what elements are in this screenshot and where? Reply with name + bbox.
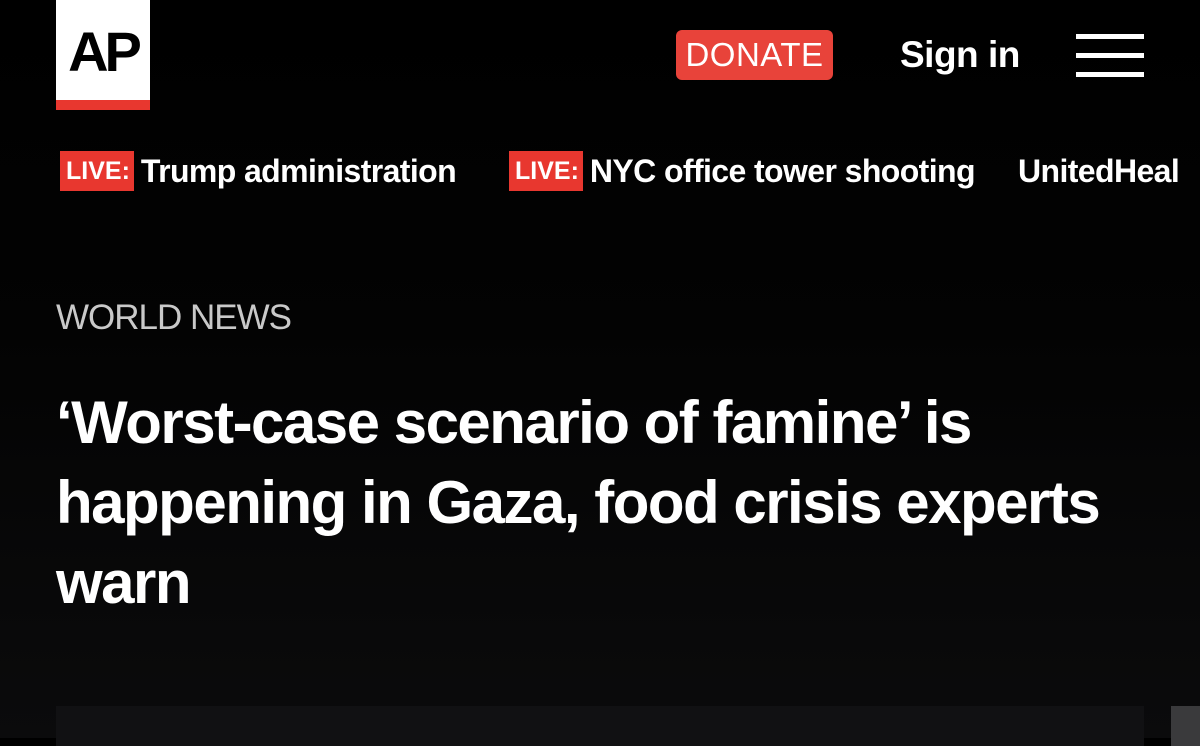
ap-logo-text: AP: [68, 20, 142, 83]
site-header: AP DONATE Sign in: [0, 0, 1200, 120]
hamburger-menu-icon[interactable]: [1076, 34, 1144, 78]
ticker-item-nyc-office-tower-shooting[interactable]: LIVE: NYC office tower shooting: [509, 148, 976, 194]
ticker-item-label: Trump administration: [140, 152, 457, 189]
live-badge: LIVE:: [60, 151, 134, 191]
donate-button[interactable]: DONATE: [676, 30, 833, 80]
article-headline: ‘Worst-case scenario of famine’ is happe…: [56, 389, 1101, 616]
lead-media: [56, 706, 1144, 746]
ticker-item-label: NYC office tower shooting: [589, 152, 976, 189]
sign-in-link[interactable]: Sign in: [900, 30, 1020, 80]
section-label-world-news[interactable]: WORLD NEWS: [56, 296, 292, 340]
ap-logo[interactable]: AP: [56, 0, 150, 110]
trending-ticker: LIVE: Trump administration LIVE: NYC off…: [0, 148, 1200, 194]
ticker-item-trump-administration[interactable]: LIVE: Trump administration: [60, 148, 457, 194]
ticker-item-unitedhealthcare[interactable]: UnitedHeal: [1018, 148, 1180, 194]
adjacent-media: [1171, 706, 1200, 746]
live-badge: LIVE:: [509, 151, 583, 191]
ticker-item-label: UnitedHeal: [1018, 152, 1180, 189]
